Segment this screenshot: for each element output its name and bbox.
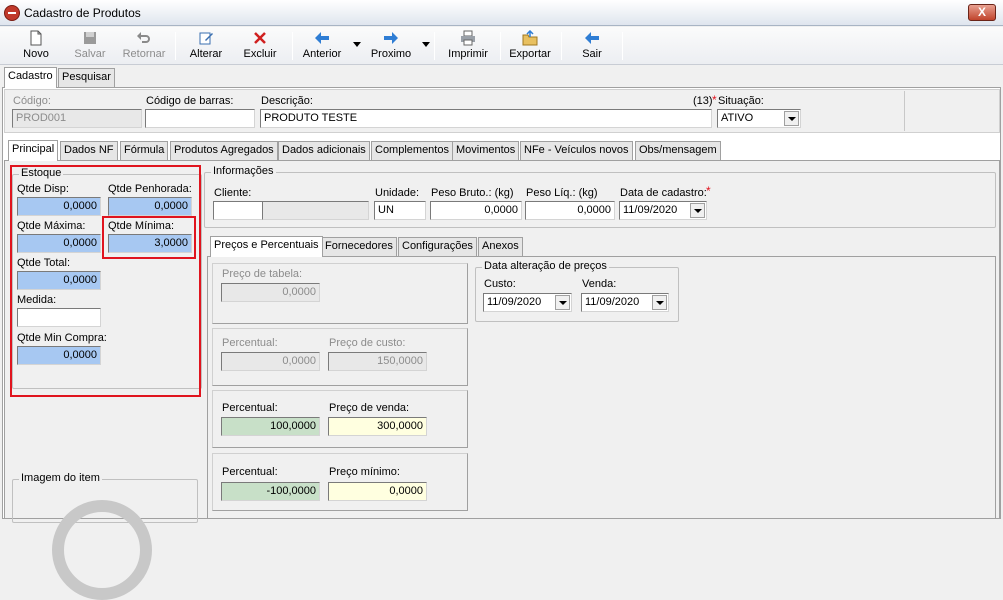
codigo-label: Código: [13, 95, 51, 107]
custo-date-picker[interactable]: 11/09/2020 [483, 293, 572, 312]
proximo-dropdown-icon[interactable] [422, 42, 430, 47]
tab-cadastro[interactable]: Cadastro [4, 67, 57, 88]
window-title: Cadastro de Produtos [24, 6, 141, 20]
situacao-label: Situação: [718, 95, 764, 107]
custo-label: Custo: [484, 278, 516, 290]
informacoes-title: Informações [211, 165, 276, 177]
excluir-button[interactable]: Excluir [234, 28, 286, 64]
tab-obs-mensagem[interactable]: Obs/mensagem [635, 141, 721, 160]
percentual-minimo-label: Percentual: [222, 466, 278, 478]
peso-bruto-label: Peso Bruto.: (kg) [431, 187, 514, 199]
preco-venda-input[interactable]: 300,0000 [328, 417, 427, 436]
venda-label: Venda: [582, 278, 617, 290]
salvar-button[interactable]: Salvar [64, 28, 116, 64]
required-asterisk: * [706, 184, 711, 198]
toolbar: Novo Salvar Retornar Alterar Excluir Ant… [0, 27, 1003, 65]
imprimir-button[interactable]: Imprimir [442, 28, 494, 64]
tab-dados-nf[interactable]: Dados NF [60, 141, 118, 160]
arrow-left-icon [315, 32, 329, 44]
alterar-button[interactable]: Alterar [182, 28, 230, 64]
app-logo-icon [4, 5, 20, 21]
image-placeholder-icon [52, 500, 152, 600]
imagem-title: Imagem do item [19, 472, 102, 484]
peso-bruto-input[interactable]: 0,0000 [430, 201, 522, 220]
situacao-select[interactable]: ATIVO [717, 109, 801, 128]
descricao-count: (13) [693, 95, 713, 107]
edit-icon [199, 32, 213, 45]
tab-f-rmula[interactable]: Fórmula [120, 141, 169, 160]
peso-liq-label: Peso Líq.: (kg) [526, 187, 598, 199]
cliente-code-input[interactable] [213, 201, 263, 220]
venda-date-value: 11/09/2020 [585, 296, 640, 308]
data-cadastro-label: Data de cadastro: [620, 187, 707, 199]
estoque-highlight-box [10, 165, 201, 397]
data-cadastro-picker[interactable]: 11/09/2020 [619, 201, 707, 220]
percentual-venda-label: Percentual: [222, 402, 278, 414]
calendar-dropdown-icon[interactable] [690, 203, 705, 218]
unidade-label: Unidade: [375, 187, 420, 199]
subtab-configura-es[interactable]: Configurações [398, 237, 477, 256]
exportar-button[interactable]: Exportar [504, 28, 556, 64]
data-alteracao-title: Data alteração de preços [482, 260, 609, 272]
delete-icon [254, 32, 266, 44]
preco-minimo-input[interactable]: 0,0000 [328, 482, 427, 501]
preco-tabela-label: Preço de tabela: [222, 268, 303, 280]
calendar-dropdown-icon[interactable] [652, 295, 667, 310]
tab-complementos[interactable]: Complementos [371, 141, 453, 160]
preco-tabela-field: 0,0000 [221, 283, 320, 302]
tab-nfe-ve-culos-novos[interactable]: NFe - Veículos novos [520, 141, 633, 160]
printer-icon [461, 30, 475, 46]
peso-liq-input[interactable]: 0,0000 [525, 201, 615, 220]
preco-venda-label: Preço de venda: [329, 402, 410, 414]
export-folder-icon [522, 30, 538, 46]
preco-custo-label: Preço de custo: [329, 337, 406, 349]
venda-date-picker[interactable]: 11/09/2020 [581, 293, 669, 312]
cliente-label: Cliente: [214, 187, 252, 199]
percentual-custo-label: Percentual: [222, 337, 278, 349]
undo-icon [137, 32, 150, 43]
descricao-label: Descrição: [261, 95, 313, 107]
subtab-anexos[interactable]: Anexos [478, 237, 523, 256]
cliente-name-field [262, 201, 369, 220]
arrow-right-icon [384, 32, 398, 44]
title-bar: Cadastro de Produtos X [0, 0, 1003, 26]
anterior-button[interactable]: Anterior [296, 28, 348, 64]
subtab-pre-os-e-percentuais[interactable]: Preços e Percentuais [210, 236, 323, 257]
unidade-input[interactable]: UN [374, 201, 426, 220]
preco-custo-field: 150,0000 [328, 352, 427, 371]
preco-minimo-label: Preço mínimo: [329, 466, 400, 478]
barras-label: Código de barras: [146, 95, 234, 107]
exit-arrow-icon [585, 32, 599, 44]
barras-input[interactable] [145, 109, 255, 128]
custo-date-value: 11/09/2020 [487, 296, 542, 308]
anterior-dropdown-icon[interactable] [353, 42, 361, 47]
tab-principal[interactable]: Principal [8, 140, 59, 161]
tab-pesquisar[interactable]: Pesquisar [58, 68, 115, 87]
close-button[interactable]: X [968, 4, 996, 21]
novo-button[interactable]: Novo [12, 28, 60, 64]
subtab-fornecedores[interactable]: Fornecedores [321, 237, 397, 256]
descricao-input[interactable]: PRODUTO TESTE [260, 109, 712, 128]
calendar-dropdown-icon[interactable] [555, 295, 570, 310]
percentual-minimo-input[interactable]: -100,0000 [221, 482, 320, 501]
tab-dados-adicionais[interactable]: Dados adicionais [278, 141, 370, 160]
data-cadastro-value: 11/09/2020 [623, 204, 678, 216]
situacao-value: ATIVO [721, 112, 754, 124]
chevron-down-icon[interactable] [784, 111, 799, 126]
new-document-icon [30, 30, 42, 46]
tab-produtos-agregados[interactable]: Produtos Agregados [170, 141, 278, 160]
retornar-button[interactable]: Retornar [118, 28, 170, 64]
header-divider [904, 91, 905, 131]
percentual-custo-field: 0,0000 [221, 352, 320, 371]
codigo-field: PROD001 [12, 109, 142, 128]
tab-movimentos[interactable]: Movimentos [452, 141, 520, 160]
save-icon [84, 32, 96, 44]
qtde-minima-highlight-box [102, 216, 196, 259]
percentual-venda-input[interactable]: 100,0000 [221, 417, 320, 436]
required-asterisk: * [712, 93, 717, 107]
sair-button[interactable]: Sair [568, 28, 616, 64]
proximo-button[interactable]: Proximo [364, 28, 418, 64]
